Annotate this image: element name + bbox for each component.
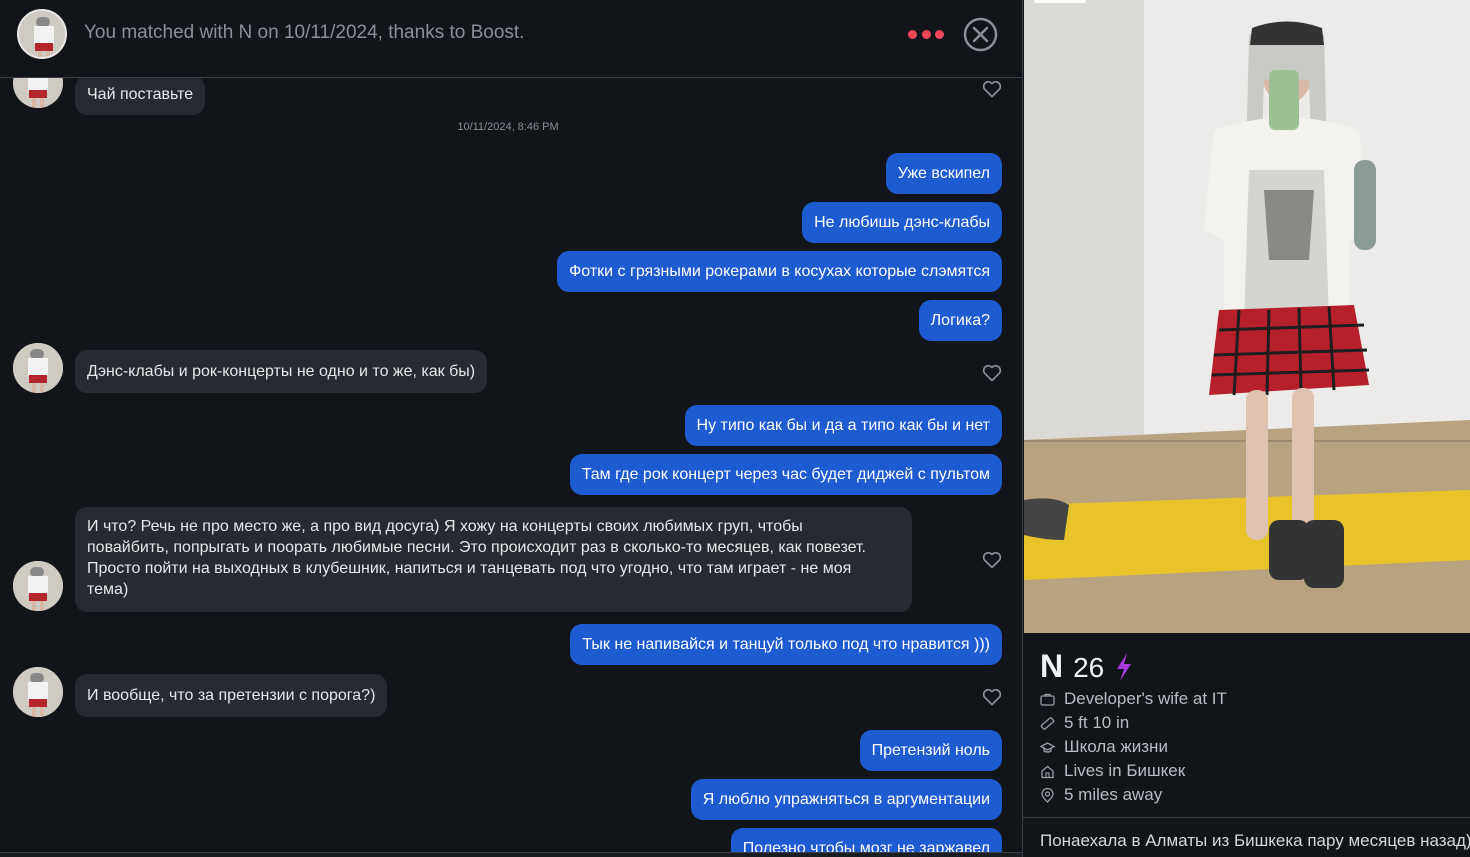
message-composer-edge — [0, 852, 1022, 857]
avatar[interactable] — [13, 78, 63, 108]
ruler-icon — [1040, 716, 1055, 730]
avatar[interactable] — [13, 667, 63, 717]
location-pin-icon — [1041, 787, 1054, 803]
chat-panel: You matched with N on 10/11/2024, thanks… — [0, 0, 1022, 857]
outgoing-message[interactable]: Фотки с грязными рокерами в косухах кото… — [557, 251, 1002, 292]
profile-photo[interactable] — [1024, 0, 1470, 633]
profile-city: Lives in Бишкек — [1064, 761, 1186, 780]
heart-icon[interactable] — [982, 688, 1002, 706]
outgoing-message[interactable]: Я люблю упражняться в аргументации — [690, 779, 1002, 820]
incoming-message[interactable]: И что? Речь не про место же, а про вид д… — [75, 507, 912, 612]
home-icon — [1041, 765, 1054, 778]
outgoing-message[interactable]: Не любишь дэнс-клабы — [802, 202, 1002, 243]
briefcase-icon — [1040, 693, 1055, 706]
graduation-cap-icon — [1040, 741, 1055, 753]
divider — [1023, 817, 1470, 818]
profile-height-row: 5 ft 10 in — [1040, 712, 1129, 734]
message-line: Просто пойти на выходных в клубешник, на… — [87, 560, 852, 577]
message-line: И что? Речь не про место же, а про вид д… — [87, 518, 803, 535]
profile-name-row: N 26 — [1040, 648, 1134, 685]
profile-name: N — [1040, 648, 1064, 684]
outgoing-message[interactable]: Тык не напивайся и танцуй только под что… — [570, 624, 1002, 665]
message-list[interactable]: Чай поставьте 10/11/2024, 8:46 PM Уже вс… — [0, 78, 1022, 852]
message-timestamp: 10/11/2024, 8:46 PM — [457, 121, 559, 133]
match-avatar[interactable] — [17, 9, 67, 59]
heart-icon[interactable] — [982, 364, 1002, 382]
boost-icon — [1117, 652, 1132, 681]
profile-school-row: Школа жизни — [1040, 736, 1168, 758]
match-info-text: You matched with N on 10/11/2024, thanks… — [84, 22, 525, 43]
profile-distance: 5 miles away — [1064, 785, 1163, 804]
profile-panel: N 26 Developer's wife at IT 5 ft 10 in Ш… — [1022, 0, 1470, 857]
profile-age: 26 — [1073, 652, 1105, 683]
profile-height: 5 ft 10 in — [1064, 713, 1130, 732]
outgoing-message[interactable]: Ну типо как бы и да а типо как бы и нет — [684, 405, 1002, 446]
incoming-message[interactable]: И вообще, что за претензии с порога?) — [75, 674, 388, 717]
more-options-button[interactable] — [908, 24, 944, 44]
heart-icon[interactable] — [982, 80, 1002, 98]
photo-progress-indicator — [1034, 0, 1086, 3]
profile-school: Школа жизни — [1064, 737, 1168, 756]
outgoing-message[interactable]: Там где рок концерт через час будет дидж… — [569, 454, 1002, 495]
close-icon[interactable] — [963, 17, 998, 52]
heart-icon[interactable] — [982, 551, 1002, 569]
more-icon — [908, 29, 917, 39]
profile-distance-row: 5 miles away — [1040, 784, 1162, 806]
message-line: тема) — [87, 581, 129, 598]
outgoing-message[interactable]: Претензий ноль — [859, 730, 1002, 771]
profile-city-row: Lives in Бишкек — [1040, 760, 1185, 782]
incoming-message[interactable]: Чай поставьте — [75, 78, 206, 115]
avatar[interactable] — [13, 561, 63, 611]
chat-header: You matched with N on 10/11/2024, thanks… — [0, 0, 1022, 78]
profile-bio: Понаехала в Алматы из Бишкека пару месяц… — [1040, 831, 1470, 850]
profile-job: Developer's wife at IT — [1064, 689, 1227, 708]
outgoing-message[interactable]: Логика? — [918, 300, 1002, 341]
message-line: повайбить, попрыгать и поорать любимые п… — [87, 539, 866, 556]
outgoing-message[interactable]: Полезно чтобы мозг не заржавел — [730, 828, 1002, 852]
avatar[interactable] — [13, 343, 63, 393]
incoming-message[interactable]: Дэнс-клабы и рок-концерты не одно и то ж… — [75, 350, 488, 393]
outgoing-message[interactable]: Уже вскипел — [885, 153, 1002, 194]
profile-job-row: Developer's wife at IT — [1040, 688, 1227, 710]
